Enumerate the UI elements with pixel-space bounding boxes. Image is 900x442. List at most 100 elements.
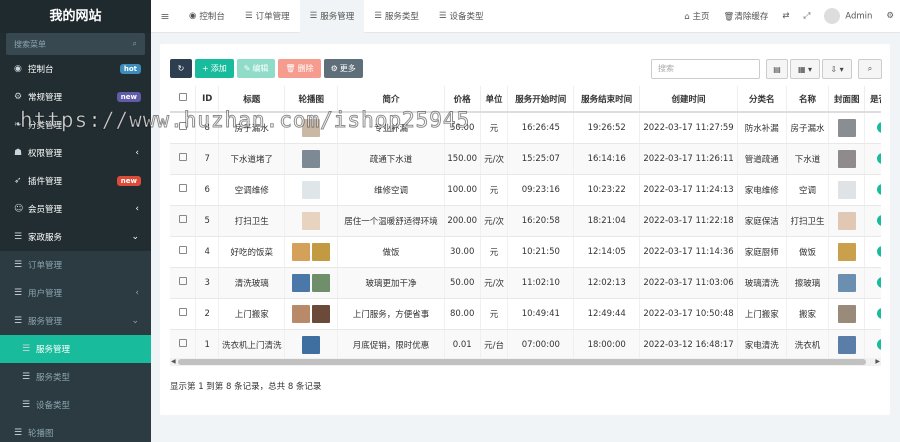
- tab-device-types[interactable]: ☰ 设备类型: [429, 0, 494, 33]
- cover-thumbnail[interactable]: [828, 298, 866, 330]
- tab-orders[interactable]: ☰ 订单管理: [235, 0, 300, 33]
- col-featured[interactable]: 是否精选: [864, 86, 881, 113]
- row-checkbox[interactable]: [170, 112, 196, 144]
- user-menu[interactable]: Admin: [824, 8, 872, 24]
- carousel-image[interactable]: [302, 180, 321, 199]
- fullscreen-icon[interactable]: ⤢: [803, 11, 810, 21]
- table-row[interactable]: 3 清洗玻璃 玻璃更加干净 50.00 元/次 11:02:10 12:02:13 2022-…: [170, 267, 881, 299]
- language-icon[interactable]: ⇄: [782, 11, 789, 21]
- carousel-image[interactable]: [312, 273, 331, 292]
- featured-toggle[interactable]: [877, 122, 881, 134]
- table-row[interactable]: 7 下水道堵了 疏通下水道 150.00 元/次 15:25:07 16:14:16 2022…: [170, 143, 881, 175]
- carousel-image[interactable]: [292, 242, 311, 261]
- carousel-thumbnails[interactable]: [284, 236, 339, 268]
- select-all-checkbox[interactable]: [170, 86, 196, 113]
- cover-thumbnail[interactable]: [828, 174, 866, 206]
- sidebar-item-4[interactable]: ➶ 插件管理 new: [0, 167, 151, 195]
- carousel-thumbnails[interactable]: [284, 329, 339, 361]
- cover-image[interactable]: [837, 273, 856, 292]
- featured-toggle[interactable]: [877, 215, 881, 226]
- carousel-image[interactable]: [312, 304, 331, 323]
- cover-thumbnail[interactable]: [828, 205, 866, 237]
- sidebar-item-12[interactable]: ☰ 设备类型: [0, 391, 151, 419]
- carousel-image[interactable]: [312, 242, 331, 261]
- col-created[interactable]: 创建时间: [639, 86, 738, 113]
- featured-toggle[interactable]: [877, 153, 881, 164]
- cover-thumbnail[interactable]: [828, 329, 866, 361]
- table-row[interactable]: 2 上门搬家 上门服务，方便省事 80.00 元 10:49:41 12:49:44 2022…: [170, 298, 881, 330]
- sidebar-item-6[interactable]: ☰ 家政服务 ⌄: [0, 223, 151, 251]
- tab-service-types[interactable]: ☰ 服务类型: [364, 0, 429, 33]
- row-checkbox[interactable]: [170, 329, 196, 361]
- table-row[interactable]: 4 好吃的饭菜 做饭 30.00 元 10:21:50 12:14:05 2022-03-17…: [170, 236, 881, 268]
- carousel-thumbnails[interactable]: [284, 205, 339, 237]
- sidebar-item-2[interactable]: ❧ 分类管理 ‹: [0, 111, 151, 139]
- tab-dashboard[interactable]: ◉ 控制台: [179, 0, 235, 33]
- cover-thumbnail[interactable]: [828, 112, 866, 144]
- sidebar-item-9[interactable]: ☰ 服务管理 ⌄: [0, 307, 151, 335]
- sidebar-item-3[interactable]: ☗ 权限管理 ‹: [0, 139, 151, 167]
- row-checkbox[interactable]: [170, 205, 196, 237]
- carousel-image[interactable]: [302, 335, 321, 354]
- col-end[interactable]: 服务结束时间: [573, 86, 641, 113]
- toggle-view-icon[interactable]: ▤: [766, 59, 788, 79]
- row-checkbox[interactable]: [170, 174, 196, 206]
- row-checkbox[interactable]: [170, 143, 196, 175]
- sidebar-item-8[interactable]: ☰ 用户管理 ‹: [0, 279, 151, 307]
- row-checkbox[interactable]: [170, 298, 196, 330]
- cover-image[interactable]: [837, 335, 856, 354]
- cover-image[interactable]: [837, 242, 856, 261]
- cover-image[interactable]: [837, 180, 856, 199]
- cover-image[interactable]: [837, 304, 856, 323]
- site-brand[interactable]: 我的网站: [0, 0, 151, 33]
- sidebar-item-10[interactable]: ☰ 服务管理: [0, 335, 151, 363]
- table-row[interactable]: 6 空调维修 维修空调 100.00 元 09:23:16 10:23:22 2022-03-…: [170, 174, 881, 206]
- cover-thumbnail[interactable]: [828, 143, 866, 175]
- home-link[interactable]: ⌂ 主页: [684, 10, 709, 22]
- sidebar-item-5[interactable]: ☺ 会员管理 ‹: [0, 195, 151, 223]
- columns-dropdown-icon[interactable]: ▦ ▾: [790, 59, 820, 79]
- carousel-image[interactable]: [302, 118, 321, 137]
- col-cover[interactable]: 封面图: [828, 86, 866, 113]
- refresh-button[interactable]: ↻: [170, 59, 192, 78]
- carousel-thumbnails[interactable]: [284, 298, 339, 330]
- horizontal-scrollbar[interactable]: ◀ ▶: [170, 358, 881, 366]
- add-button[interactable]: + 添加: [195, 59, 234, 78]
- col-category[interactable]: 分类名: [737, 86, 787, 113]
- table-row[interactable]: 5 打扫卫生 居住一个温暖舒适得环境 200.00 元/次 16:20:58 18:21:0…: [170, 205, 881, 237]
- carousel-thumbnails[interactable]: [284, 112, 339, 144]
- featured-toggle[interactable]: [877, 246, 881, 257]
- table-row[interactable]: 8 房子漏水 专业补漏 50.00 元 16:26:45 19:26:52 2022-03-1…: [170, 112, 881, 144]
- featured-toggle[interactable]: [877, 184, 881, 195]
- menu-search-input[interactable]: 搜索菜单 ⌕: [6, 33, 145, 55]
- cover-image[interactable]: [837, 118, 856, 137]
- carousel-image[interactable]: [292, 273, 311, 292]
- sidebar-item-1[interactable]: ⚙ 常规管理 new: [0, 83, 151, 111]
- cover-thumbnail[interactable]: [828, 267, 866, 299]
- search-icon[interactable]: ⌕: [858, 59, 882, 79]
- carousel-image[interactable]: [302, 149, 321, 168]
- row-checkbox[interactable]: [170, 236, 196, 268]
- carousel-image[interactable]: [292, 304, 311, 323]
- export-dropdown-icon[interactable]: ⇩ ▾: [822, 59, 852, 79]
- col-carousel[interactable]: 轮播图: [284, 86, 339, 113]
- scroll-thumb[interactable]: [178, 359, 866, 365]
- scroll-left-icon[interactable]: ◀: [171, 358, 176, 366]
- sidebar-item-13[interactable]: ☰ 轮播图: [0, 419, 151, 442]
- carousel-image[interactable]: [302, 211, 321, 230]
- sidebar-item-11[interactable]: ☰ 服务类型: [0, 363, 151, 391]
- table-row[interactable]: 1 洗衣机上门清洗 月底促销，限时优惠 0.01 元/台 07:00:00 18:00:00…: [170, 329, 881, 361]
- tab-services[interactable]: ☰ 服务管理: [299, 0, 365, 33]
- carousel-thumbnails[interactable]: [284, 267, 339, 299]
- sidebar-item-0[interactable]: ◉ 控制台 hot: [0, 55, 151, 83]
- sidebar-item-7[interactable]: ☰ 订单管理: [0, 251, 151, 279]
- featured-toggle[interactable]: [877, 339, 881, 350]
- edit-button[interactable]: ✎ 编辑: [236, 59, 276, 78]
- cover-image[interactable]: [837, 211, 856, 230]
- more-button[interactable]: ⚙ 更多: [323, 59, 363, 78]
- col-title[interactable]: 标题: [218, 86, 286, 113]
- carousel-thumbnails[interactable]: [284, 174, 339, 206]
- featured-toggle[interactable]: [877, 277, 881, 288]
- col-unit[interactable]: 单位: [480, 86, 509, 113]
- col-start[interactable]: 服务开始时间: [507, 86, 575, 113]
